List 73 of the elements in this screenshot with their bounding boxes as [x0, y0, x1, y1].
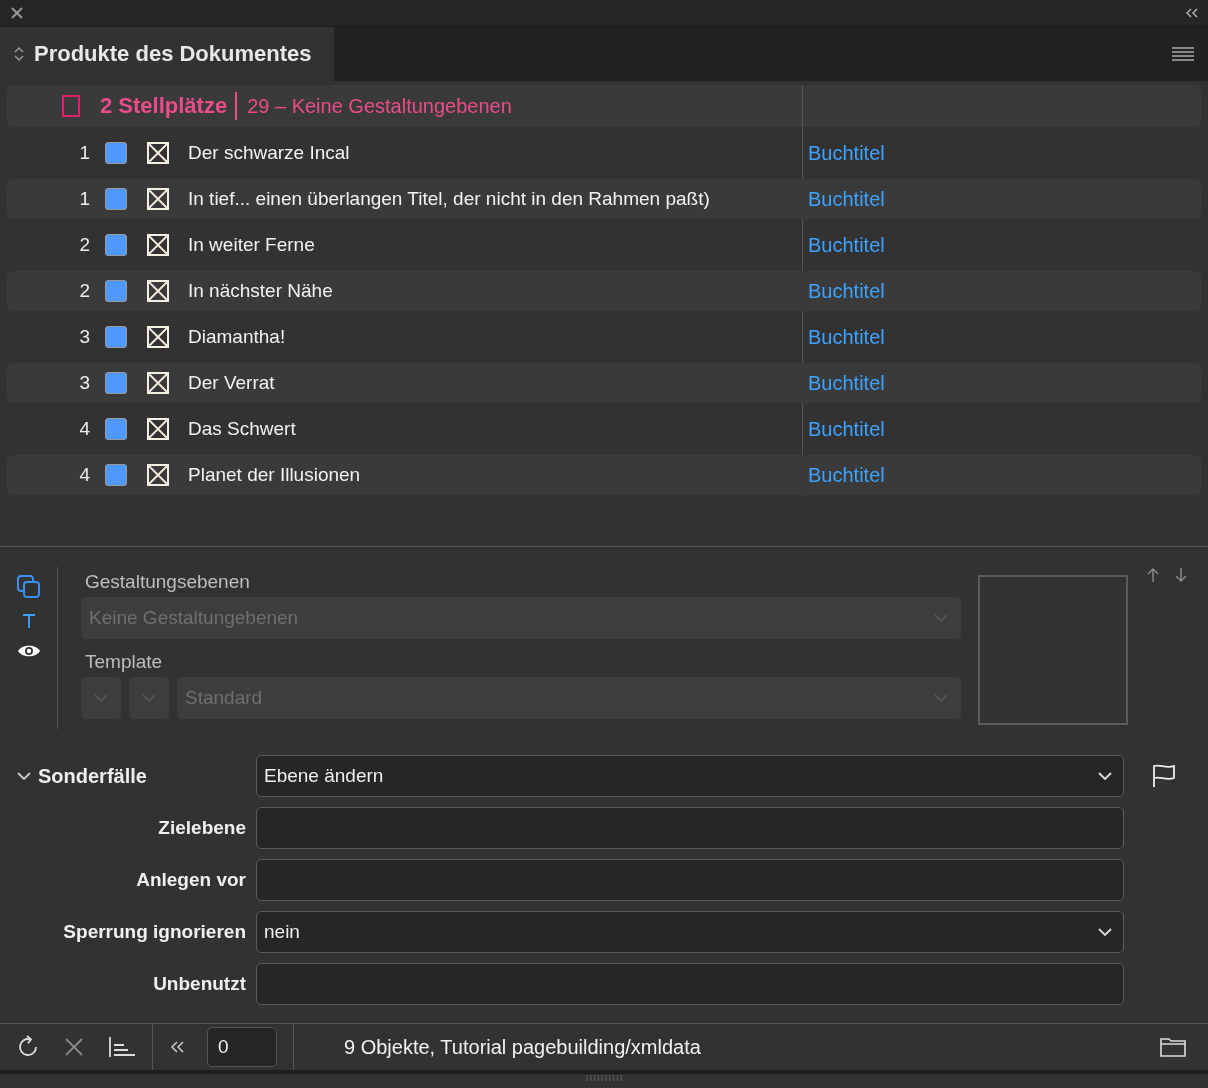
- chevron-down-icon: [933, 613, 949, 623]
- folder-icon[interactable]: [1160, 1037, 1186, 1057]
- product-title[interactable]: In tief... einen überlangen Titel, der nicht in den Rahmen paßt): [188, 188, 793, 210]
- row-number: 4: [78, 464, 90, 486]
- type-link[interactable]: Buchtitel: [808, 417, 885, 441]
- refresh-icon[interactable]: [16, 1035, 40, 1059]
- field-label: Unbenutzt: [152, 973, 246, 995]
- group-detail: 29 – Keine Gestaltungebenen: [247, 94, 512, 118]
- close-icon[interactable]: [10, 6, 24, 20]
- row-number: 1: [78, 142, 90, 164]
- chevron-down-icon: [93, 693, 109, 703]
- flag-icon[interactable]: [1152, 764, 1176, 788]
- row-number: 2: [78, 234, 90, 256]
- status-text: 9 Objekte, Tutorial pagebuilding/xmldata: [343, 1035, 702, 1059]
- row-number: 3: [78, 326, 90, 348]
- close-icon[interactable]: [64, 1037, 84, 1057]
- arrow-down-icon[interactable]: [1174, 567, 1188, 583]
- image-frame-icon: [147, 372, 169, 394]
- chevron-down-icon: [1097, 927, 1113, 937]
- image-frame-icon: [147, 464, 169, 486]
- image-frame-icon: [147, 188, 169, 210]
- text-icon[interactable]: [21, 613, 36, 629]
- product-title[interactable]: Diamantha!: [188, 326, 793, 348]
- sort-icon: [14, 46, 24, 62]
- type-link[interactable]: Buchtitel: [808, 141, 885, 165]
- panel-tab[interactable]: Produkte des Dokumentes: [0, 27, 334, 81]
- field-label: Template: [85, 651, 164, 673]
- type-link[interactable]: Buchtitel: [808, 279, 885, 303]
- resize-grip-icon[interactable]: [585, 1074, 623, 1082]
- product-title[interactable]: Planet der Illusionen: [188, 464, 793, 486]
- page-input[interactable]: 0: [207, 1027, 277, 1067]
- product-title[interactable]: Das Schwert: [188, 418, 793, 440]
- align-icon[interactable]: [108, 1035, 136, 1059]
- field-label: Anlegen vor: [135, 869, 246, 891]
- chevron-down-icon: [933, 693, 949, 703]
- action-select[interactable]: Ebene ändern: [256, 755, 1124, 797]
- row-number: 2: [78, 280, 90, 302]
- arrow-up-icon[interactable]: [1146, 567, 1160, 583]
- section-title: Sonderfälle: [38, 764, 147, 788]
- product-title[interactable]: In nächster Nähe: [188, 280, 793, 302]
- type-link[interactable]: Buchtitel: [808, 463, 885, 487]
- eye-icon[interactable]: [16, 643, 41, 659]
- input-field[interactable]: [256, 807, 1124, 849]
- row-number: 4: [78, 418, 90, 440]
- select-field[interactable]: nein: [256, 911, 1124, 953]
- menu-icon[interactable]: [1172, 47, 1194, 61]
- row-number: 3: [78, 372, 90, 394]
- product-title[interactable]: Der schwarze Incal: [188, 142, 793, 164]
- image-frame-icon: [147, 326, 169, 348]
- type-link[interactable]: Buchtitel: [808, 233, 885, 257]
- chevron-down-icon: [141, 693, 157, 703]
- image-frame-icon: [147, 418, 169, 440]
- input-field[interactable]: [256, 859, 1124, 901]
- field-label: Gestaltungsebenen: [85, 571, 251, 593]
- product-title[interactable]: In weiter Ferne: [188, 234, 793, 256]
- layers-icon[interactable]: [16, 575, 41, 599]
- field-label: Zielebene: [157, 817, 246, 839]
- double-chevron-left-icon[interactable]: [169, 1040, 185, 1054]
- collapse-icon[interactable]: [1184, 7, 1200, 19]
- chevron-down-icon[interactable]: [16, 771, 32, 781]
- square-icon: [62, 95, 80, 117]
- input-field[interactable]: [256, 963, 1124, 1005]
- image-frame-icon: [147, 280, 169, 302]
- type-link[interactable]: Buchtitel: [808, 325, 885, 349]
- product-title[interactable]: Der Verrat: [188, 372, 793, 394]
- image-frame-icon: [147, 142, 169, 164]
- field-label: Sperrung ignorieren: [62, 921, 246, 943]
- group-title: 2 Stellplätze: [100, 92, 238, 120]
- row-number: 1: [78, 188, 90, 210]
- type-link[interactable]: Buchtitel: [808, 371, 885, 395]
- image-frame-icon: [147, 234, 169, 256]
- chevron-down-icon: [1097, 771, 1113, 781]
- type-link[interactable]: Buchtitel: [808, 187, 885, 211]
